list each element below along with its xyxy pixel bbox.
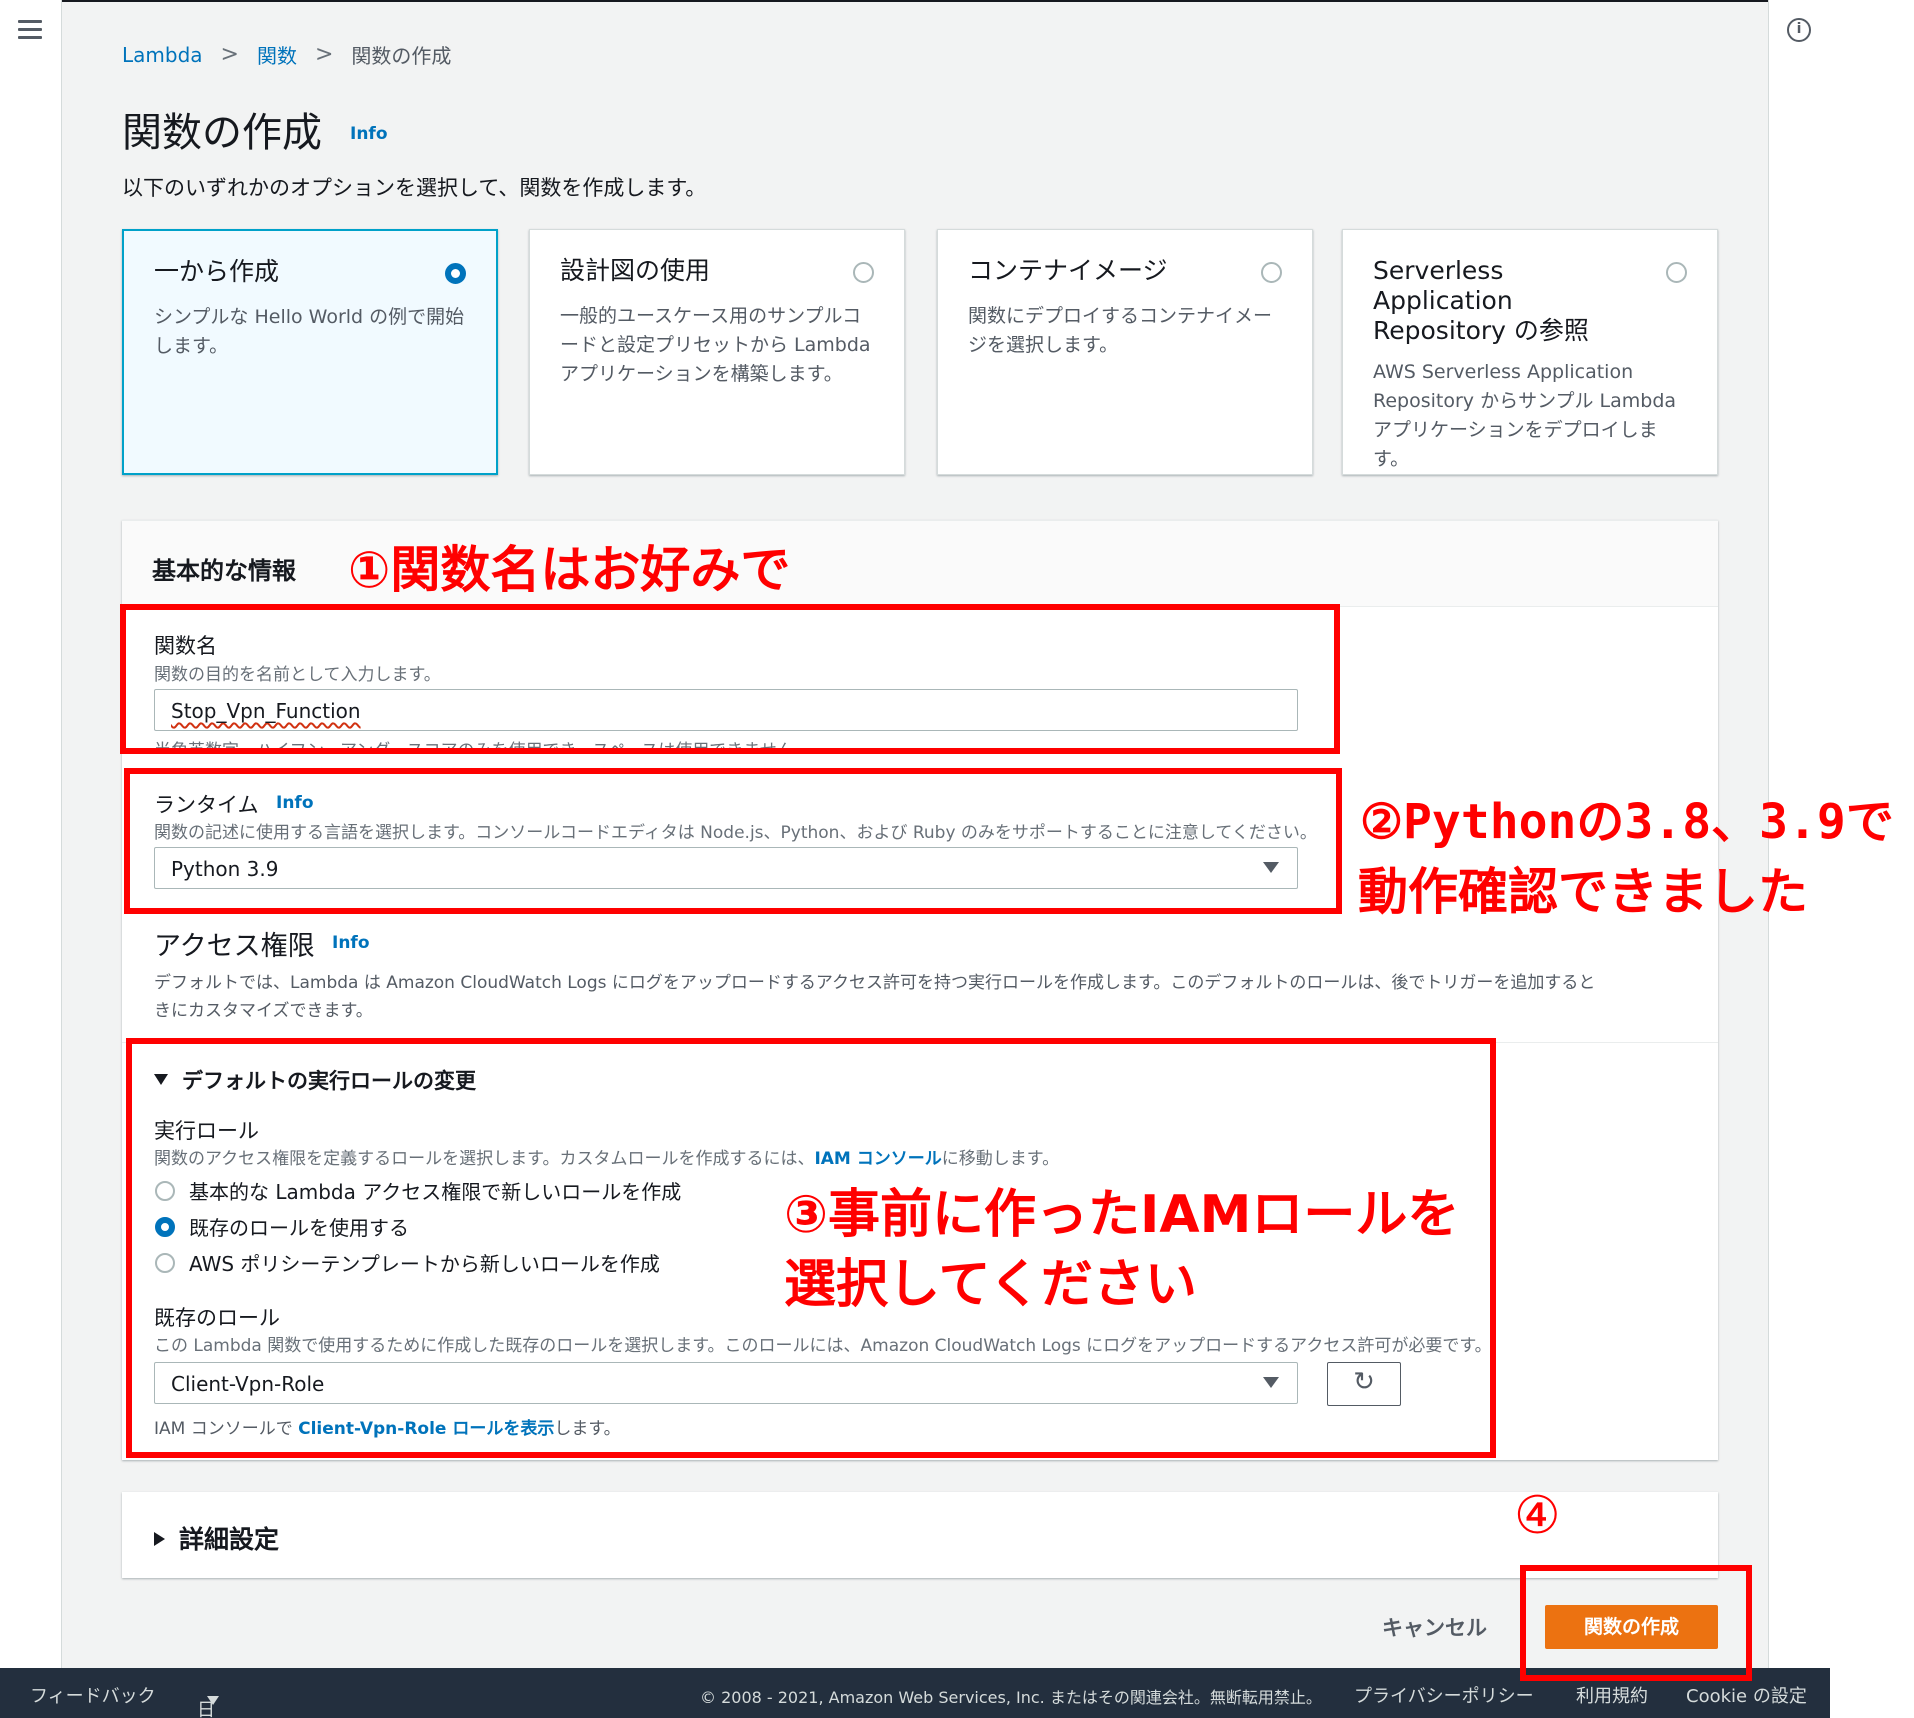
option-container-image[interactable]: コンテナイメージ 関数にデプロイするコンテナイメージを選択します。 <box>937 229 1313 475</box>
access-info-link[interactable]: Info <box>332 933 370 953</box>
radio-icon[interactable] <box>1666 262 1687 283</box>
option-description: 関数にデプロイするコンテナイメージを選択します。 <box>968 305 1273 356</box>
option-use-blueprint[interactable]: 設計図の使用 一般的ユースケース用のサンプルコードと設定プリセットから Lamb… <box>529 229 905 475</box>
page-info-link[interactable]: Info <box>350 124 388 144</box>
cancel-button[interactable]: キャンセル <box>1382 1612 1487 1642</box>
caret-down-icon <box>207 1696 219 1705</box>
nav-rail <box>0 0 62 1668</box>
annotation-box-create <box>1520 1565 1752 1681</box>
option-title: Serverless Application Repository の参照 <box>1373 256 1589 345</box>
annotation-3-line2: 選択してください <box>784 1255 1197 1315</box>
feedback-link[interactable]: フィードバック <box>30 1682 156 1708</box>
option-title: 一から作成 <box>154 257 280 286</box>
access-title: アクセス権限 <box>154 931 315 962</box>
option-description: AWS Serverless Application Repository から… <box>1373 361 1677 470</box>
page-title: 関数の作成 <box>122 110 322 156</box>
info-icon[interactable]: i <box>1787 18 1811 42</box>
breadcrumb-functions[interactable]: 関数 <box>257 40 297 69</box>
annotation-2-line2: 動作確認できました <box>1358 863 1808 921</box>
breadcrumb-lambda[interactable]: Lambda <box>122 43 203 67</box>
radio-icon[interactable] <box>853 262 874 283</box>
annotation-2-line1: ②Pythonの3.8、3.9で <box>1360 794 1894 850</box>
annotation-box-runtime <box>124 768 1342 914</box>
option-title: 設計図の使用 <box>560 256 711 285</box>
caret-right-icon <box>154 1532 165 1546</box>
terms-link[interactable]: 利用規約 <box>1576 1682 1648 1708</box>
breadcrumb: Lambda > 関数 > 関数の作成 <box>122 40 451 69</box>
option-serverless-repository[interactable]: Serverless Application Repository の参照 AW… <box>1342 229 1718 475</box>
option-description: シンプルな Hello World の例で開始します。 <box>154 306 465 357</box>
chevron-right-icon: > <box>314 42 334 67</box>
option-author-from-scratch[interactable]: 一から作成 シンプルな Hello World の例で開始します。 <box>122 229 498 475</box>
advanced-settings-label: 詳細設定 <box>179 1525 280 1554</box>
page-description: 以下のいずれかのオプションを選択して、関数を作成します。 <box>122 176 707 200</box>
option-description: 一般的ユースケース用のサンプルコードと設定プリセットから Lambda アプリケ… <box>560 305 871 385</box>
chevron-right-icon: > <box>220 42 239 67</box>
radio-icon[interactable] <box>1261 262 1282 283</box>
cookie-settings-link[interactable]: Cookie の設定 <box>1686 1682 1807 1708</box>
breadcrumb-current: 関数の作成 <box>351 44 452 68</box>
option-title: コンテナイメージ <box>968 256 1168 285</box>
access-description-line1: デフォルトでは、Lambda は Amazon CloudWatch Logs … <box>154 973 1596 993</box>
copyright: © 2008 - 2021, Amazon Web Services, Inc.… <box>700 1688 1322 1707</box>
annotation-box-function-name <box>120 604 1340 754</box>
annotation-3-line1: ③事前に作ったIAMロールを <box>784 1185 1460 1245</box>
privacy-link[interactable]: プライバシーポリシー <box>1354 1682 1534 1708</box>
access-description-line2: きにカスタマイズできます。 <box>154 1001 373 1021</box>
menu-icon[interactable] <box>18 20 42 40</box>
annotation-1: ①関数名はお好みで <box>348 541 791 599</box>
annotation-4: ④ <box>1514 1486 1561 1546</box>
radio-selected-icon[interactable] <box>445 263 466 284</box>
advanced-settings-toggle[interactable]: 詳細設定 <box>122 1492 1718 1578</box>
page-margin <box>1830 0 1914 1718</box>
